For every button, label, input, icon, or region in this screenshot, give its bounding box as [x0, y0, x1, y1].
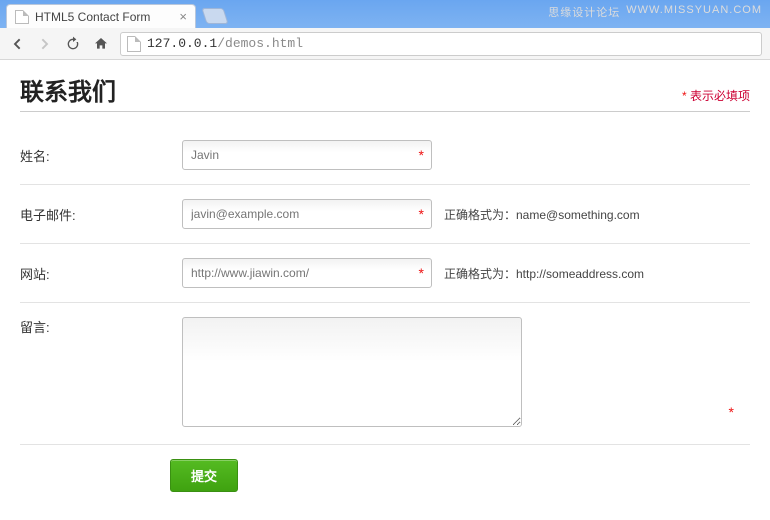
- email-input[interactable]: [182, 199, 432, 229]
- form-row-message: 留言: *: [20, 303, 750, 445]
- browser-tab[interactable]: HTML5 Contact Form ×: [6, 4, 196, 28]
- back-button[interactable]: [8, 35, 26, 53]
- name-label: 姓名:: [20, 146, 170, 165]
- browser-toolbar: 127.0.0.1/demos.html: [0, 28, 770, 60]
- required-note: * 表示必填项: [682, 87, 750, 104]
- website-input[interactable]: [182, 258, 432, 288]
- watermark: 思缘设计论坛WWW.MISSYUAN.COM: [548, 4, 762, 20]
- form-row-email: 电子邮件: * 正确格式为：name@something.com: [20, 185, 750, 244]
- forward-button[interactable]: [36, 35, 54, 53]
- form-row-website: 网站: * 正确格式为：http://someaddress.com: [20, 244, 750, 303]
- url-host: 127.0.0.1: [147, 36, 217, 51]
- form-row-name: 姓名: *: [20, 126, 750, 185]
- name-input[interactable]: [182, 140, 432, 170]
- email-label: 电子邮件:: [20, 205, 170, 224]
- website-label: 网站:: [20, 264, 170, 283]
- browser-tab-strip: HTML5 Contact Form × 思缘设计论坛WWW.MISSYUAN.…: [0, 0, 770, 28]
- tab-title: HTML5 Contact Form: [35, 10, 150, 24]
- new-tab-button[interactable]: [201, 8, 228, 24]
- required-star-icon: *: [729, 404, 734, 420]
- page-icon: [15, 10, 29, 24]
- page-title: 联系我们: [20, 72, 116, 107]
- message-textarea[interactable]: [182, 317, 522, 427]
- message-label: 留言:: [20, 317, 170, 336]
- home-button[interactable]: [92, 35, 110, 53]
- required-star-icon: *: [682, 89, 687, 103]
- email-hint: 正确格式为：name@something.com: [444, 206, 750, 223]
- reload-button[interactable]: [64, 35, 82, 53]
- submit-button[interactable]: 提交: [170, 459, 238, 492]
- file-icon: [127, 36, 141, 52]
- address-bar[interactable]: 127.0.0.1/demos.html: [120, 32, 762, 56]
- url-path: /demos.html: [217, 36, 303, 51]
- form-row-submit: 提交: [20, 445, 750, 492]
- website-hint: 正确格式为：http://someaddress.com: [444, 265, 750, 282]
- page-content: 联系我们 * 表示必填项 姓名: * 电子邮件: * 正确格式为：name@so…: [0, 60, 770, 520]
- close-icon[interactable]: ×: [179, 10, 187, 23]
